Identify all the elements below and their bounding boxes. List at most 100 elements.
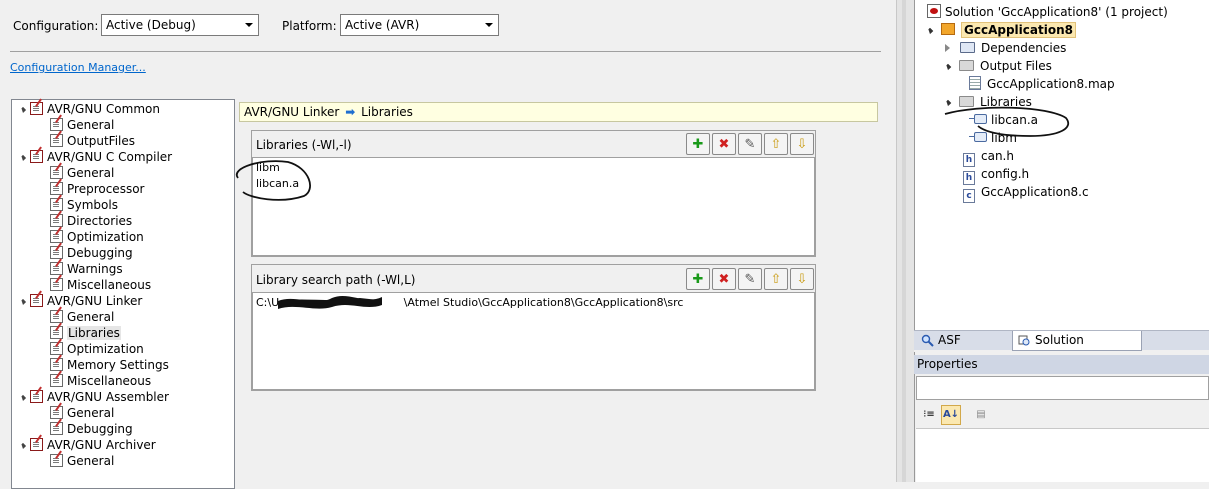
tree-item[interactable]: Libraries xyxy=(12,325,234,341)
categorized-icon[interactable]: ⁝≡ xyxy=(919,405,939,425)
properties-title: Properties xyxy=(914,355,1209,374)
expand-arrow-icon[interactable] xyxy=(20,299,26,305)
node-label: libcan.a xyxy=(991,113,1039,127)
path-suffix: \Atmel Studio\GccApplication8\GccApplica… xyxy=(403,296,684,309)
solution-node[interactable]: Libraries xyxy=(944,93,1032,111)
list-item[interactable]: C:\Use \Atmel Studio\GccApplication8\GccA… xyxy=(256,295,811,311)
solution-node[interactable]: Dependencies xyxy=(945,39,1066,57)
move-down-icon[interactable]: ⇩ xyxy=(790,133,814,155)
search-path-list[interactable]: C:\Use \Atmel Studio\GccApplication8\GccA… xyxy=(252,292,815,390)
tree-item[interactable]: Directories xyxy=(12,213,234,229)
tree-label: General xyxy=(67,406,115,420)
tree-item[interactable]: OutputFiles xyxy=(12,133,234,149)
add-item-icon[interactable]: ✚ xyxy=(686,268,710,290)
node-label: GccApplication8.map xyxy=(987,77,1115,91)
collapse-arrow-icon[interactable] xyxy=(944,99,952,107)
list-item[interactable]: libm xyxy=(256,160,811,176)
property-page-icon xyxy=(50,326,63,339)
chevron-down-icon xyxy=(245,23,253,27)
tree-item[interactable]: General xyxy=(12,453,234,469)
property-page-icon xyxy=(50,118,63,131)
configuration-select[interactable]: Active (Debug) xyxy=(101,14,259,36)
expand-arrow-icon xyxy=(926,27,934,35)
platform-value: Active (AVR) xyxy=(345,18,420,32)
delete-item-icon[interactable]: ✖ xyxy=(712,133,736,155)
tree-item[interactable]: General xyxy=(12,309,234,325)
folder-icon xyxy=(959,96,974,107)
separator xyxy=(10,51,881,52)
tree-label: Libraries xyxy=(67,326,121,340)
properties-object-select[interactable] xyxy=(916,376,1209,400)
solution-node[interactable]: Solution 'GccApplication8' (1 project) xyxy=(927,3,1168,21)
configuration-manager-link[interactable]: Configuration Manager... xyxy=(10,61,146,74)
tree-item[interactable]: Warnings xyxy=(12,261,234,277)
tree-item[interactable]: Memory Settings xyxy=(12,357,234,373)
breadcrumb: AVR/GNU Linker ➡ Libraries xyxy=(239,102,878,122)
node-label: can.h xyxy=(981,149,1014,163)
tree-category[interactable]: AVR/GNU Linker xyxy=(12,293,234,309)
add-item-icon[interactable]: ✚ xyxy=(686,133,710,155)
property-page-icon xyxy=(50,342,63,355)
move-up-icon[interactable]: ⇧ xyxy=(764,133,788,155)
solution-node[interactable]: c GccApplication8.c xyxy=(945,183,1089,203)
solution-node[interactable]: h can.h xyxy=(945,147,1014,167)
tree-item[interactable]: Miscellaneous xyxy=(12,277,234,293)
tree-item[interactable]: Debugging xyxy=(12,421,234,437)
property-page-icon xyxy=(50,278,63,291)
edit-item-icon[interactable]: ✎ xyxy=(738,133,762,155)
tree-item[interactable]: Optimization xyxy=(12,229,234,245)
solution-node[interactable]: libcan.a xyxy=(969,111,1038,129)
solution-node[interactable]: GccApplication8.map xyxy=(969,75,1115,93)
tree-item[interactable]: General xyxy=(12,165,234,181)
tree-label: AVR/GNU Common xyxy=(47,102,160,116)
breadcrumb-part1: AVR/GNU Linker xyxy=(244,105,340,119)
expand-arrow-icon[interactable] xyxy=(20,155,26,161)
move-down-icon[interactable]: ⇩ xyxy=(790,268,814,290)
tab-asf-explorer[interactable]: ASF Explorer xyxy=(916,331,1010,365)
tree-label: General xyxy=(67,166,115,180)
expand-arrow-icon[interactable] xyxy=(20,395,26,401)
property-page-icon xyxy=(30,102,43,115)
tree-item[interactable]: Preprocessor xyxy=(12,181,234,197)
tree-label: Debugging xyxy=(67,422,133,436)
tree-item[interactable]: Miscellaneous xyxy=(12,373,234,389)
tree-item[interactable]: General xyxy=(12,117,234,133)
tree-item[interactable]: Debugging xyxy=(12,245,234,261)
property-page-icon xyxy=(50,134,63,147)
tree-category[interactable]: AVR/GNU Assembler xyxy=(12,389,234,405)
list-item[interactable]: libcan.a xyxy=(256,176,811,192)
folder-icon xyxy=(959,60,974,71)
settings-tree: AVR/GNU Common General OutputFiles AVR/GNU … xyxy=(11,99,235,489)
tree-item[interactable]: Symbols xyxy=(12,197,234,213)
solution-icon xyxy=(927,4,941,18)
collapse-arrow-icon[interactable] xyxy=(944,63,952,71)
delete-item-icon[interactable]: ✖ xyxy=(712,268,736,290)
move-up-icon[interactable]: ⇧ xyxy=(764,268,788,290)
tree-item[interactable]: Optimization xyxy=(12,341,234,357)
edit-item-icon[interactable]: ✎ xyxy=(738,268,762,290)
alphabetical-icon[interactable]: A↓ xyxy=(941,405,961,425)
tree-label: AVR/GNU Assembler xyxy=(47,390,169,404)
expand-arrow-icon[interactable] xyxy=(20,107,26,113)
tree-item[interactable]: General xyxy=(12,405,234,421)
property-pages-icon[interactable]: ▤ xyxy=(971,405,991,425)
solution-node[interactable]: h config.h xyxy=(945,165,1029,185)
tab-solution-explorer[interactable]: Solution Explorer xyxy=(1012,331,1142,365)
project-name: GccApplication8 xyxy=(961,22,1076,38)
property-page-icon xyxy=(50,310,63,323)
project-icon xyxy=(941,23,955,35)
solution-node[interactable]: libm xyxy=(969,129,1017,147)
tree-label: AVR/GNU C Compiler xyxy=(47,150,173,164)
solution-node[interactable]: Output Files xyxy=(944,57,1052,75)
expand-arrow-icon[interactable] xyxy=(945,44,950,52)
platform-select[interactable]: Active (AVR) xyxy=(340,14,499,36)
arrow-right-icon: ➡ xyxy=(345,105,356,119)
tree-category[interactable]: AVR/GNU Common xyxy=(12,101,234,117)
search-path-toolbar: ✚ ✖ ✎ ⇧ ⇩ xyxy=(686,268,814,290)
project-node[interactable]: GccApplication8 xyxy=(926,21,1076,39)
libraries-list[interactable]: libm libcan.a xyxy=(252,157,815,256)
expand-arrow-icon[interactable] xyxy=(20,443,26,449)
pane-splitter[interactable] xyxy=(896,0,914,482)
tree-category[interactable]: AVR/GNU Archiver xyxy=(12,437,234,453)
tree-category[interactable]: AVR/GNU C Compiler xyxy=(12,149,234,165)
